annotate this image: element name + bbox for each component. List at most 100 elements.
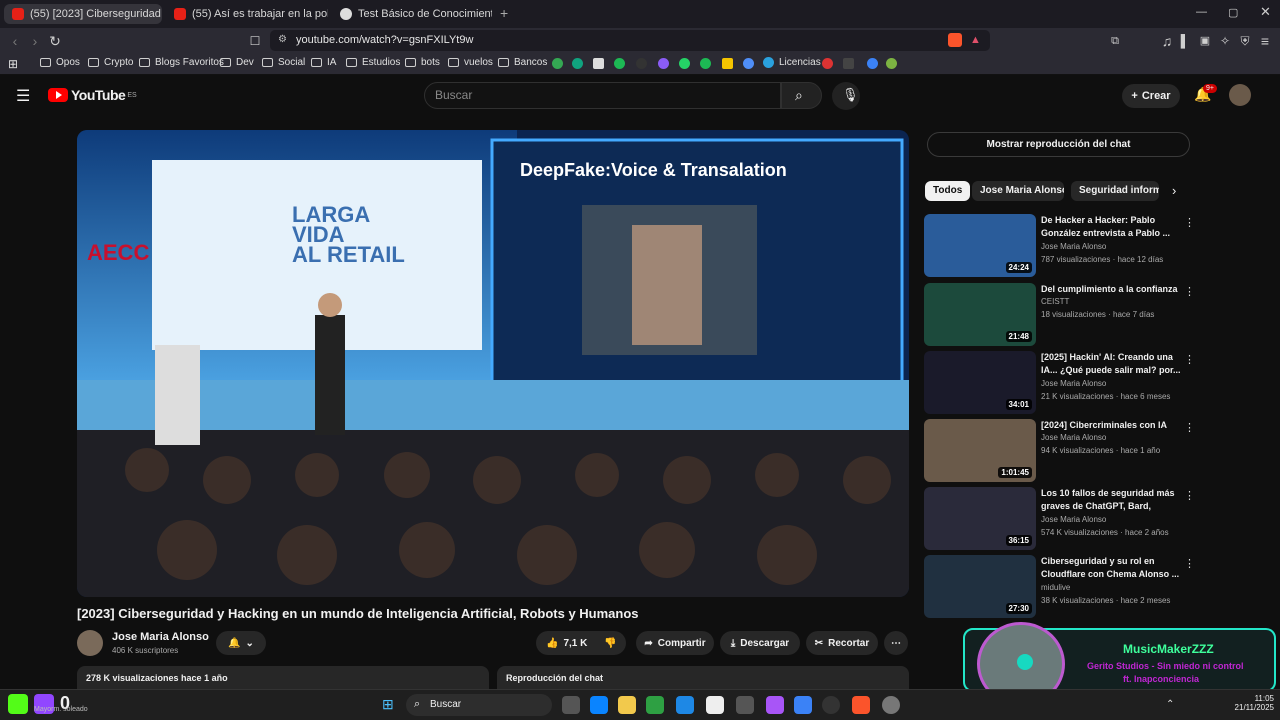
sidebar-icon[interactable]: ▌ [1176,32,1194,50]
recommended-title[interactable]: [2025] Hackin' AI: Creando una IA... ¿Qu… [1041,351,1181,377]
wallet-icon[interactable]: ▣ [1196,32,1214,50]
menu-icon[interactable]: ≡ [1256,32,1274,50]
clock[interactable]: 11:05 21/11/2025 [1228,694,1274,712]
more-options-icon[interactable]: ⋮ [1184,557,1195,570]
drive-icon[interactable] [552,58,563,69]
app-icon[interactable] [867,58,878,69]
music-icon[interactable]: ♫ [1158,32,1176,50]
recommended-video[interactable]: 36:15 Los 10 fallos de seguridad más grav… [924,487,1195,550]
youtube-logo[interactable]: YouTube ES [48,87,137,103]
extensions-icon[interactable]: ⧉ [1106,32,1124,50]
tab-ciberseguridad[interactable]: (55) [2023] Ciberseguridad y × [4,4,162,24]
search-button[interactable]: ⌕ [781,82,822,109]
more-options-icon[interactable]: ⋮ [1184,421,1195,434]
more-actions-icon[interactable]: ⋯ [884,631,908,655]
hamburger-menu-icon[interactable]: ☰ [16,86,30,106]
like-icon[interactable]: 👍 [546,638,558,649]
bookmark-licencias[interactable]: Licencias [763,57,821,68]
bookmark-icon[interactable]: ☐ [246,32,264,50]
tray-chevron-icon[interactable]: ⌃ [1166,699,1174,710]
recommended-title[interactable]: Del cumplimiento a la confianza [1041,283,1181,296]
brave-icon[interactable] [852,696,870,714]
ai-icon[interactable]: ✧ [1216,32,1234,50]
video-thumbnail[interactable]: 27:30 [924,555,1036,618]
recommended-video[interactable]: 1:01:45 [2024] Cibercriminales con IA Jose… [924,419,1195,482]
more-options-icon[interactable]: ⋮ [1184,353,1195,366]
recommended-video[interactable]: 34:01 [2025] Hackin' AI: Creando una IA..… [924,351,1195,414]
bookmark-folder[interactable]: Social [262,57,305,68]
chat-replay-box[interactable]: Reproducción del chat [497,666,909,690]
powershell-icon[interactable] [794,696,812,714]
tab-policia[interactable]: (55) Así es trabajar en la policía con [166,4,328,24]
channel-name[interactable]: Jose Maria Alonso [112,631,209,643]
vpn-icon[interactable]: ⛨ [1236,32,1254,50]
recommended-title[interactable]: [2024] Cibercriminales con IA [1041,419,1181,432]
bookmark-folder[interactable]: Opos [40,57,80,68]
video-player[interactable]: DeepFake:Voice & Transalation LARGA VIDA… [77,130,909,597]
description-box[interactable]: 278 K visualizaciones hace 1 año [77,666,489,690]
file-explorer-icon[interactable] [618,696,636,714]
close-window-icon[interactable]: ✕ [1260,4,1271,20]
search-input[interactable]: Buscar [424,82,781,109]
task-view-icon[interactable] [562,696,580,714]
recommended-channel[interactable]: CEISTT [1041,297,1069,306]
spotify-icon[interactable] [700,58,711,69]
store-icon[interactable] [646,696,664,714]
new-tab-button[interactable]: + [500,5,508,21]
app-icon[interactable] [636,58,647,69]
recommended-title[interactable]: De Hacker a Hacker: Pablo González entre… [1041,214,1181,240]
back-icon[interactable]: ‹ [6,32,24,50]
recommended-video[interactable]: 27:30 Ciberseguridad y su rol en Cloudfla… [924,555,1195,618]
bookmark-folder[interactable]: Blogs Favoritos [139,57,224,68]
bookmark-folder[interactable]: IA [311,57,336,68]
download-button[interactable]: ⤓ Descargar [720,631,800,655]
app-icon[interactable] [614,58,625,69]
bookmark-folder[interactable]: Crypto [88,57,133,68]
dislike-icon[interactable]: 👎 [604,638,616,649]
taskbar-search[interactable]: ⌕ Buscar [406,694,552,716]
recommended-channel[interactable]: Jose Maria Alonso [1041,242,1106,251]
reload-icon[interactable]: ↻ [46,32,64,50]
more-options-icon[interactable]: ⋮ [1184,216,1195,229]
chip-topic[interactable]: Seguridad informa [1071,181,1159,201]
recommended-channel[interactable]: midulive [1041,583,1070,592]
app-icon[interactable] [843,58,854,69]
windows-start-icon[interactable]: ⊞ [382,696,394,713]
video-thumbnail[interactable]: 21:48 [924,283,1036,346]
video-thumbnail[interactable]: 36:15 [924,487,1036,550]
site-info-icon[interactable]: ⚙ [278,34,287,45]
kick-icon[interactable] [8,694,28,714]
chevron-right-icon[interactable]: › [1172,183,1176,198]
app-icon[interactable] [882,696,900,714]
subscription-bell-button[interactable]: 🔔 ⌄ [216,631,266,655]
more-options-icon[interactable]: ⋮ [1184,285,1195,298]
video-thumbnail[interactable]: 1:01:45 [924,419,1036,482]
recommended-channel[interactable]: Jose Maria Alonso [1041,433,1106,442]
voice-search-button[interactable]: 🎙 [832,82,860,110]
video-thumbnail[interactable]: 34:01 [924,351,1036,414]
vscode-icon[interactable] [676,696,694,714]
recommended-title[interactable]: Los 10 fallos de seguridad más graves de… [1041,487,1181,513]
app-icon[interactable] [658,58,669,69]
bookmark-folder[interactable]: Bancos [498,57,547,68]
app-icon[interactable] [743,58,754,69]
app-icon[interactable] [886,58,897,69]
like-count[interactable]: 7,1 K [563,638,587,649]
chip-channel[interactable]: Jose Maria Alonso [972,181,1064,201]
app-icon[interactable] [722,58,733,69]
clip-button[interactable]: ✂ Recortar [806,631,878,655]
recommended-channel[interactable]: Jose Maria Alonso [1041,515,1106,524]
app-icon[interactable] [766,696,784,714]
bookmark-folder[interactable]: bots [405,57,440,68]
avatar[interactable] [1229,84,1251,106]
share-button[interactable]: ➦ Compartir [636,631,714,655]
minimize-icon[interactable]: — [1196,6,1207,18]
channel-avatar[interactable] [77,630,103,656]
recommended-channel[interactable]: Jose Maria Alonso [1041,379,1106,388]
app-icon[interactable] [736,696,754,714]
tab-test[interactable]: Test Básico de Conocimientos en Inst [332,4,492,24]
chip-all[interactable]: Todos [925,181,971,201]
recommended-title[interactable]: Ciberseguridad y su rol en Cloudflare co… [1041,555,1181,581]
create-button[interactable]: + Crear [1122,84,1180,108]
app-icon[interactable] [822,58,833,69]
